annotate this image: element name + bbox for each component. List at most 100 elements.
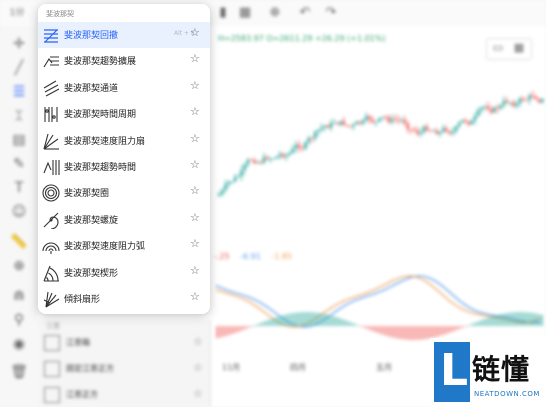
histogram-bar [404,326,407,340]
histogram-bar [224,326,227,337]
trash-icon[interactable]: 🗑 [9,362,29,382]
histogram-bar [508,312,511,326]
candle-body [330,122,333,128]
list-item[interactable]: 江恩箱 ☆ [38,332,210,354]
list-item-label: 江恩正方 [66,390,98,399]
menu-item-fib-extension[interactable]: 斐波那契趨勢擴展 ☆ [38,48,210,74]
histogram-bar [284,314,287,326]
candle-body [422,126,425,133]
brush-icon[interactable]: ✎ [9,154,29,174]
fib-channel-icon [43,80,60,97]
emoji-icon[interactable]: ☺ [9,202,29,222]
pattern-icon[interactable]: ᛯ [9,106,29,126]
histogram-bar [276,316,279,326]
candle-body [240,170,243,177]
menu-item-fib-time-zone[interactable]: 斐波那契時間周期 ☆ [38,101,210,127]
oscillator-line [215,275,541,328]
minimize-icon[interactable]: ▭ [488,41,508,54]
candle-body [307,137,310,143]
star-icon[interactable]: ☆ [193,335,203,348]
menu-item-pitchfan[interactable]: 傾斜扇形 ☆ [38,286,210,312]
fib-trend-time-icon [43,160,60,175]
histogram-bar [500,314,503,326]
histogram-bar [348,321,351,326]
left-drawing-toolbar: ✛ ╱ ☰ ᛯ ▤ ✎ T ☺ 📏 ⊕ ⋒ ⚲ ◉ 🗑 [0,26,39,407]
candles-icon[interactable]: ▮ [214,4,232,22]
candle-body [413,129,416,131]
candle-body [432,130,435,132]
list-item-label: 江恩箱 [66,338,90,347]
candle-body [384,116,387,118]
visibility-icon[interactable]: ◉ [9,334,29,354]
histogram-bar [272,318,275,326]
menu-item-fib-wedge[interactable]: 斐波那契楔形 ☆ [38,260,210,286]
histogram-bar [416,326,419,340]
favorite-star-icon[interactable]: ☆ [190,105,200,118]
add-icon[interactable]: ⊕ [266,4,284,22]
histogram-bar [444,326,447,335]
trendline-icon[interactable]: ╱ [9,58,29,78]
lock-icon[interactable]: ⚲ [9,310,29,330]
oscillator-line [215,275,541,328]
favorite-star-icon[interactable]: ☆ [190,237,200,250]
histogram-bar [320,313,323,326]
candle-body [259,161,262,164]
menu-item-fib-fan[interactable]: 斐波那契速度阻力扇 ☆ [38,128,210,154]
gann-square-fixed-icon [44,361,60,377]
fib-time-zone-icon [44,107,58,123]
histogram-bar [232,326,235,334]
grid-layout-icon[interactable]: ▦ [509,41,529,54]
pitchfan-icon [43,291,60,308]
menu-item-fib-retracement[interactable]: 斐波那契回撤 Alt + F ☆ [38,22,210,48]
candle-body [282,153,285,157]
candle-body [246,159,249,165]
candle-body [496,107,499,109]
zoom-icon[interactable]: ⊕ [9,256,29,276]
list-item[interactable]: 江恩正方 ☆ [38,384,210,406]
interval-button[interactable]: 1分 [4,4,30,22]
layout-control[interactable]: ▭ ▦ [486,38,532,60]
fibonacci-icon[interactable]: ☰ [9,82,29,102]
menu-item-fib-arcs[interactable]: 斐波那契速度阻力弧 ☆ [38,233,210,259]
grid-icon[interactable]: ▦ [236,4,254,22]
text-icon[interactable]: T [9,178,29,198]
candle-body [387,117,390,122]
menu-item-fib-channel[interactable]: 斐波那契通道 ☆ [38,75,210,101]
redo-icon[interactable]: ↷ [322,4,340,22]
favorite-star-icon[interactable]: ☆ [190,290,200,303]
menu-item-fib-spiral[interactable]: 斐波那契螺旋 ☆ [38,207,210,233]
magnet-icon[interactable]: ⋒ [9,286,29,306]
menu-item-fib-trend-time[interactable]: 斐波那契趨勢時間 ☆ [38,154,210,180]
star-icon[interactable]: ☆ [193,387,203,400]
favorite-star-icon[interactable]: ☆ [190,158,200,171]
histogram-bar [372,326,375,332]
histogram-bar [300,312,303,326]
histogram-bar [536,313,539,326]
candle-body [218,194,221,196]
undo-icon[interactable]: ↶ [296,4,314,22]
candle-body [490,109,493,113]
histogram-bar [328,315,331,326]
favorite-star-icon[interactable]: ☆ [190,264,200,277]
gann-square-icon [44,387,60,403]
ruler-icon[interactable]: 📏 [9,232,29,252]
histogram-bar [524,312,527,326]
star-icon[interactable]: ☆ [193,361,203,374]
list-item[interactable]: 固定江恩正方 ☆ [38,358,210,380]
candle-body [349,125,352,127]
favorite-star-icon[interactable]: ☆ [190,211,200,224]
histogram-bar [352,323,355,326]
prediction-icon[interactable]: ▤ [9,130,29,150]
favorite-star-icon[interactable]: ☆ [190,184,200,197]
favorite-star-icon[interactable]: ☆ [190,132,200,145]
candle-body [378,118,381,122]
histogram-bar [396,326,399,339]
favorite-star-icon[interactable]: ☆ [190,26,200,39]
favorite-star-icon[interactable]: ☆ [190,79,200,92]
favorite-star-icon[interactable]: ☆ [190,52,200,65]
crosshair-icon[interactable]: ✛ [9,34,29,54]
menu-item-fib-circles[interactable]: 斐波那契圈 ☆ [38,180,210,206]
histogram-bar [516,312,519,326]
candle-body [518,98,521,104]
histogram-bar [260,322,263,326]
